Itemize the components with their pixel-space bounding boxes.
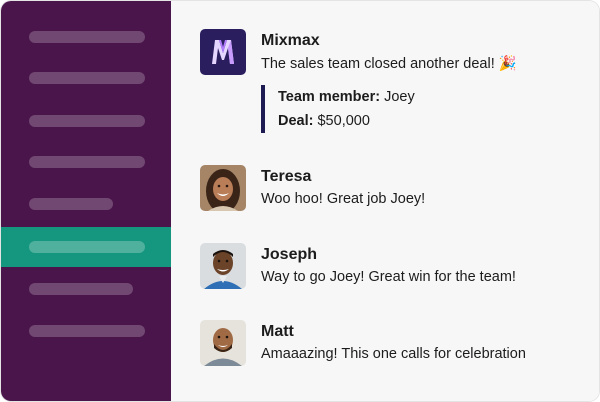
sidebar-item-placeholder (29, 31, 145, 43)
sidebar-item-placeholder (29, 325, 145, 337)
sidebar-item-placeholder (29, 198, 113, 210)
message-mixmax: Mixmax The sales team closed another dea… (200, 29, 599, 139)
message-teresa: Teresa Woo hoo! Great job Joey! (200, 165, 599, 215)
sidebar-item-placeholder (29, 283, 133, 295)
message-text: Woo hoo! Great job Joey! (261, 191, 426, 207)
matt-avatar[interactable] (200, 320, 246, 366)
sender-name[interactable]: Matt (261, 323, 294, 341)
message-joseph: Joseph Way to go Joey! Great win for the… (200, 243, 599, 293)
message-matt: Matt Amaaazing! This one calls for celeb… (200, 320, 599, 370)
mixmax-logo-icon[interactable] (200, 29, 246, 75)
sidebar-item-placeholder (29, 115, 145, 127)
sidebar-item-7[interactable] (1, 269, 171, 309)
sidebar-item-2[interactable] (1, 58, 171, 98)
sidebar-item-placeholder (29, 156, 145, 168)
attachment-row-team-member: Team member: Joey (278, 85, 415, 109)
sidebar (1, 1, 171, 401)
teresa-avatar[interactable] (200, 165, 246, 211)
sidebar-item-3[interactable] (1, 101, 171, 141)
attachment-value: $50,000 (313, 113, 370, 129)
sidebar-item-4[interactable] (1, 142, 171, 182)
attachment-label: Deal: (278, 113, 314, 129)
sidebar-item-placeholder (29, 241, 145, 253)
message-text: Way to go Joey! Great win for the team! (261, 269, 516, 285)
attachment-row-deal: Deal: $50,000 (278, 109, 415, 133)
sidebar-item-5[interactable] (1, 184, 171, 224)
chat-window: Mixmax The sales team closed another dea… (1, 1, 599, 401)
sidebar-item-active[interactable] (1, 227, 171, 267)
sidebar-item-8[interactable] (1, 311, 171, 351)
sender-name[interactable]: Joseph (261, 246, 317, 264)
sidebar-item-placeholder (29, 72, 145, 84)
message-text: The sales team closed another deal! 🎉 (261, 56, 517, 72)
attachment-value: Joey (380, 89, 415, 105)
message-text: Amaaazing! This one calls for celebratio… (261, 346, 526, 362)
sender-name[interactable]: Mixmax (261, 32, 320, 50)
deal-attachment: Team member: Joey Deal: $50,000 (261, 85, 415, 133)
joseph-avatar[interactable] (200, 243, 246, 289)
message-list: Mixmax The sales team closed another dea… (171, 1, 599, 401)
sender-name[interactable]: Teresa (261, 168, 311, 186)
attachment-label: Team member: (278, 89, 381, 105)
sidebar-item-1[interactable] (1, 17, 171, 57)
